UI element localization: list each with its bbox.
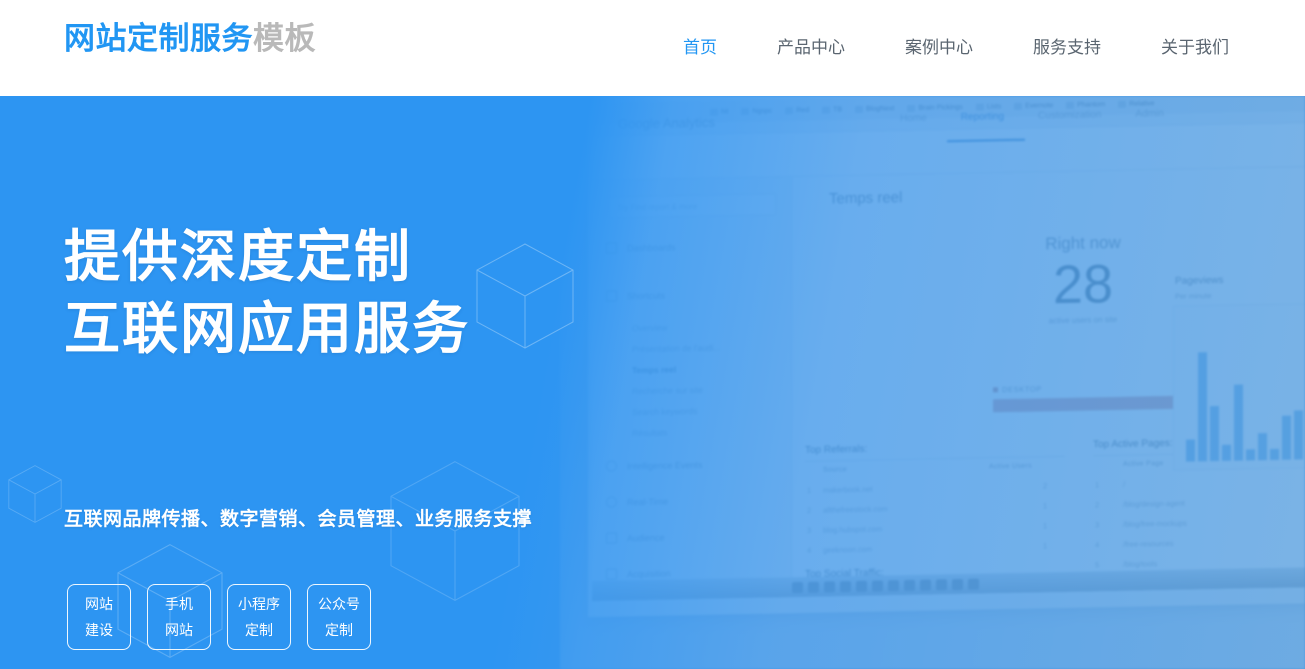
badge-line1: 网站 xyxy=(85,596,113,612)
hero-service-badges: 网站 建设 手机 网站 小程序 定制 公众号 定制 xyxy=(67,584,371,650)
badge-website-build[interactable]: 网站 建设 xyxy=(67,584,131,650)
badge-line2: 定制 xyxy=(325,622,353,638)
badge-line2: 网站 xyxy=(165,622,193,638)
nav-item-support[interactable]: 服务支持 xyxy=(1013,0,1121,96)
nav-item-products[interactable]: 产品中心 xyxy=(757,0,865,96)
badge-mobile-site[interactable]: 手机 网站 xyxy=(147,584,211,650)
badge-line2: 定制 xyxy=(245,622,273,638)
hero-subtitle: 互联网品牌传播、数字营销、会员管理、业务服务支撑 xyxy=(64,509,533,530)
site-logo[interactable]: 网站定制服务模板 xyxy=(64,20,316,58)
badge-line1: 手机 xyxy=(165,596,193,612)
badge-official-account-custom[interactable]: 公众号 定制 xyxy=(307,584,371,650)
badge-line1: 小程序 xyxy=(238,596,280,612)
hero-content: 提供深度定制 互联网应用服务 互联网品牌传播、数字营销、会员管理、业务服务支撑 … xyxy=(0,96,1305,669)
site-header: 网站定制服务模板 首页 产品中心 案例中心 服务支持 关于我们 xyxy=(0,0,1305,96)
logo-sub-text: 模板 xyxy=(253,21,316,56)
logo-main-text: 网站定制服务 xyxy=(64,21,253,56)
nav-item-home[interactable]: 首页 xyxy=(663,0,737,96)
nav-item-about[interactable]: 关于我们 xyxy=(1141,0,1249,96)
nav-item-cases[interactable]: 案例中心 xyxy=(885,0,993,96)
badge-line1: 公众号 xyxy=(318,596,360,612)
hero-banner: hit Ngspc Red TB BlogNext Brain Pickings… xyxy=(0,96,1305,669)
hero-headline: 提供深度定制 互联网应用服务 xyxy=(64,221,470,365)
hero-headline-line1: 提供深度定制 xyxy=(64,225,412,288)
badge-line2: 建设 xyxy=(85,622,113,638)
main-navigation: 首页 产品中心 案例中心 服务支持 关于我们 xyxy=(653,0,1259,96)
hero-headline-line2: 互联网应用服务 xyxy=(64,297,470,360)
badge-miniprogram-custom[interactable]: 小程序 定制 xyxy=(227,584,291,650)
